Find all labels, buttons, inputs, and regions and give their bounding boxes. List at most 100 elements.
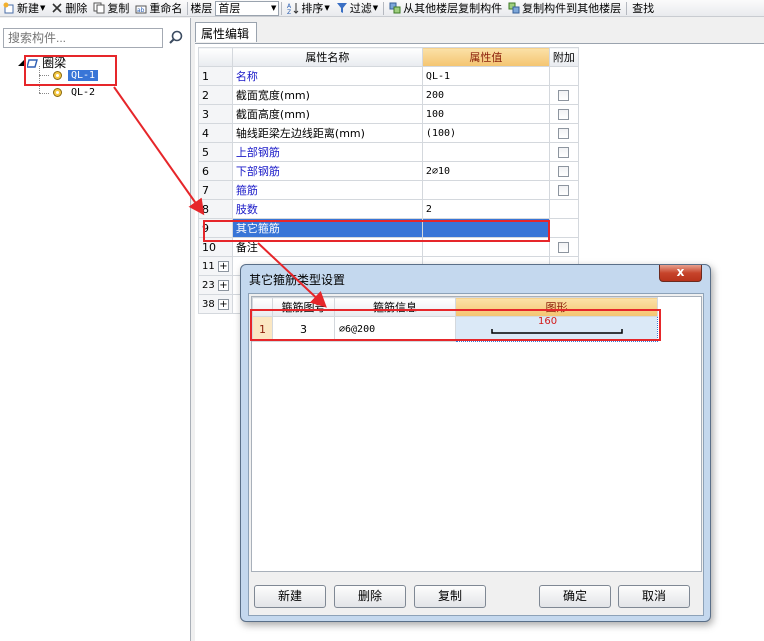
- filter-label: 过滤: [349, 2, 372, 15]
- property-value[interactable]: [421, 218, 550, 238]
- row-number: 6: [198, 161, 233, 181]
- property-name: 截面宽度(mm): [231, 85, 423, 105]
- shape-cell[interactable]: 160: [455, 316, 658, 342]
- shape-no-cell[interactable]: 3: [272, 316, 335, 342]
- ok-button[interactable]: 确定: [539, 585, 611, 608]
- table-row[interactable]: 1 名称 QL-1: [198, 66, 579, 86]
- search-icon[interactable]: [166, 28, 186, 48]
- extra-cell: [548, 218, 579, 238]
- new-dropdown-icon: ▼: [40, 4, 46, 12]
- extra-column-header[interactable]: 附加: [548, 47, 579, 67]
- expand-plus-icon[interactable]: +: [217, 298, 229, 310]
- floor-value: 首层: [218, 2, 241, 15]
- extra-checkbox[interactable]: [558, 128, 570, 139]
- extra-cell: [548, 104, 579, 124]
- property-value[interactable]: 200: [421, 85, 550, 105]
- extra-cell: [548, 123, 579, 143]
- table-row[interactable]: 8 肢数 2: [198, 199, 579, 219]
- property-name: 肢数: [231, 199, 423, 219]
- shape-header[interactable]: 图形: [455, 297, 658, 317]
- sort-button[interactable]: AZ 排序 ▼: [284, 0, 332, 16]
- property-value[interactable]: QL-1: [421, 66, 550, 86]
- gear-icon: [53, 71, 62, 80]
- find-button[interactable]: 查找: [629, 0, 657, 16]
- filter-button[interactable]: 过滤 ▼: [333, 0, 381, 16]
- toolbar-divider: [281, 1, 283, 15]
- shape-no-header[interactable]: 箍筋图号: [272, 297, 335, 317]
- expand-plus-icon[interactable]: +: [217, 279, 229, 291]
- stirrup-table-header: 箍筋图号 箍筋信息 图形: [252, 297, 658, 317]
- property-name: 名称: [231, 66, 423, 86]
- ring-beam-icon: [27, 58, 39, 68]
- close-button[interactable]: x: [659, 265, 702, 282]
- value-column-header[interactable]: 属性值: [421, 47, 550, 67]
- extra-checkbox[interactable]: [558, 90, 570, 101]
- property-value[interactable]: (100): [421, 123, 550, 143]
- copy-button[interactable]: 复制: [414, 585, 486, 608]
- info-cell[interactable]: ⌀6@200: [334, 316, 456, 342]
- table-row[interactable]: 7 箍筋: [198, 180, 579, 200]
- toolbar-divider: [187, 1, 189, 15]
- extra-cell: [548, 199, 579, 219]
- property-value[interactable]: [421, 142, 550, 162]
- property-value[interactable]: [421, 237, 550, 257]
- row-number: 10: [198, 237, 233, 257]
- row-number: 1: [198, 66, 233, 86]
- tree-node-ring-beam[interactable]: ◢ 圈梁: [18, 54, 66, 71]
- table-row[interactable]: 1 3 ⌀6@200 160: [252, 316, 658, 342]
- copy-icon: [93, 2, 105, 14]
- table-row[interactable]: 6 下部钢筋 2⌀10: [198, 161, 579, 181]
- extra-cell: [548, 85, 579, 105]
- property-name: 箍筋: [231, 180, 423, 200]
- copy-to-other-floor-button[interactable]: 复制构件到其他楼层: [505, 0, 624, 16]
- other-stirrup-dialog: 其它箍筋类型设置 x 箍筋图号 箍筋信息 图形 1 3 ⌀6@200 160 新…: [240, 264, 711, 622]
- property-value[interactable]: 2⌀10: [421, 161, 550, 181]
- rename-button[interactable]: ab 重命名: [132, 0, 185, 16]
- filter-dropdown-icon: ▼: [372, 4, 379, 12]
- row-number: 3: [198, 104, 233, 124]
- table-row[interactable]: 4 轴线距梁左边线距离(mm) (100): [198, 123, 579, 143]
- copy-from-floor-icon: [389, 2, 401, 14]
- new-label: 新建: [17, 2, 39, 15]
- new-icon: [3, 2, 14, 14]
- floor-select[interactable]: 首层 ▼: [215, 0, 280, 16]
- extra-checkbox[interactable]: [558, 109, 570, 120]
- tree-connector: [39, 75, 49, 76]
- property-value[interactable]: 100: [421, 104, 550, 124]
- delete-button[interactable]: 删除: [48, 0, 90, 16]
- filter-icon: [336, 3, 347, 13]
- info-header[interactable]: 箍筋信息: [334, 297, 456, 317]
- table-row[interactable]: 5 上部钢筋: [198, 142, 579, 162]
- property-value[interactable]: 2: [421, 199, 550, 219]
- extra-checkbox[interactable]: [558, 185, 570, 196]
- copy-from-other-floor-label: 从其他楼层复制构件: [403, 2, 503, 15]
- search-input[interactable]: [3, 28, 163, 48]
- table-row[interactable]: 3 截面高度(mm) 100: [198, 104, 579, 124]
- find-label: 查找: [632, 2, 655, 15]
- extra-checkbox[interactable]: [558, 166, 570, 177]
- extra-checkbox[interactable]: [558, 147, 570, 158]
- row-number-text: 23: [202, 279, 215, 291]
- gear-icon: [53, 88, 62, 97]
- sort-label: 排序: [301, 2, 324, 15]
- tree-item-ql-1[interactable]: QL-1: [52, 70, 99, 81]
- tree-item-label: QL-1: [68, 70, 99, 81]
- tab-property-edit[interactable]: 属性编辑: [195, 22, 257, 42]
- table-row-selected[interactable]: 9 其它箍筋: [198, 218, 579, 238]
- row-number: 2: [198, 85, 233, 105]
- table-row[interactable]: 10 备注: [198, 237, 579, 257]
- collapse-triangle-icon[interactable]: ◢: [18, 58, 24, 67]
- tree-item-ql-2[interactable]: QL-2: [52, 87, 98, 98]
- copy-button[interactable]: 复制: [90, 0, 132, 16]
- copy-from-other-floor-button[interactable]: 从其他楼层复制构件: [386, 0, 505, 16]
- new-button[interactable]: 新建 ▼: [0, 0, 48, 16]
- extra-checkbox[interactable]: [558, 242, 570, 253]
- shape-length-label: 160: [538, 316, 558, 327]
- new-button[interactable]: 新建: [254, 585, 326, 608]
- cancel-button[interactable]: 取消: [618, 585, 690, 608]
- expand-plus-icon[interactable]: +: [217, 260, 229, 272]
- name-column-header[interactable]: 属性名称: [231, 47, 423, 67]
- property-value[interactable]: [421, 180, 550, 200]
- delete-button[interactable]: 删除: [334, 585, 406, 608]
- table-row[interactable]: 2 截面宽度(mm) 200: [198, 85, 579, 105]
